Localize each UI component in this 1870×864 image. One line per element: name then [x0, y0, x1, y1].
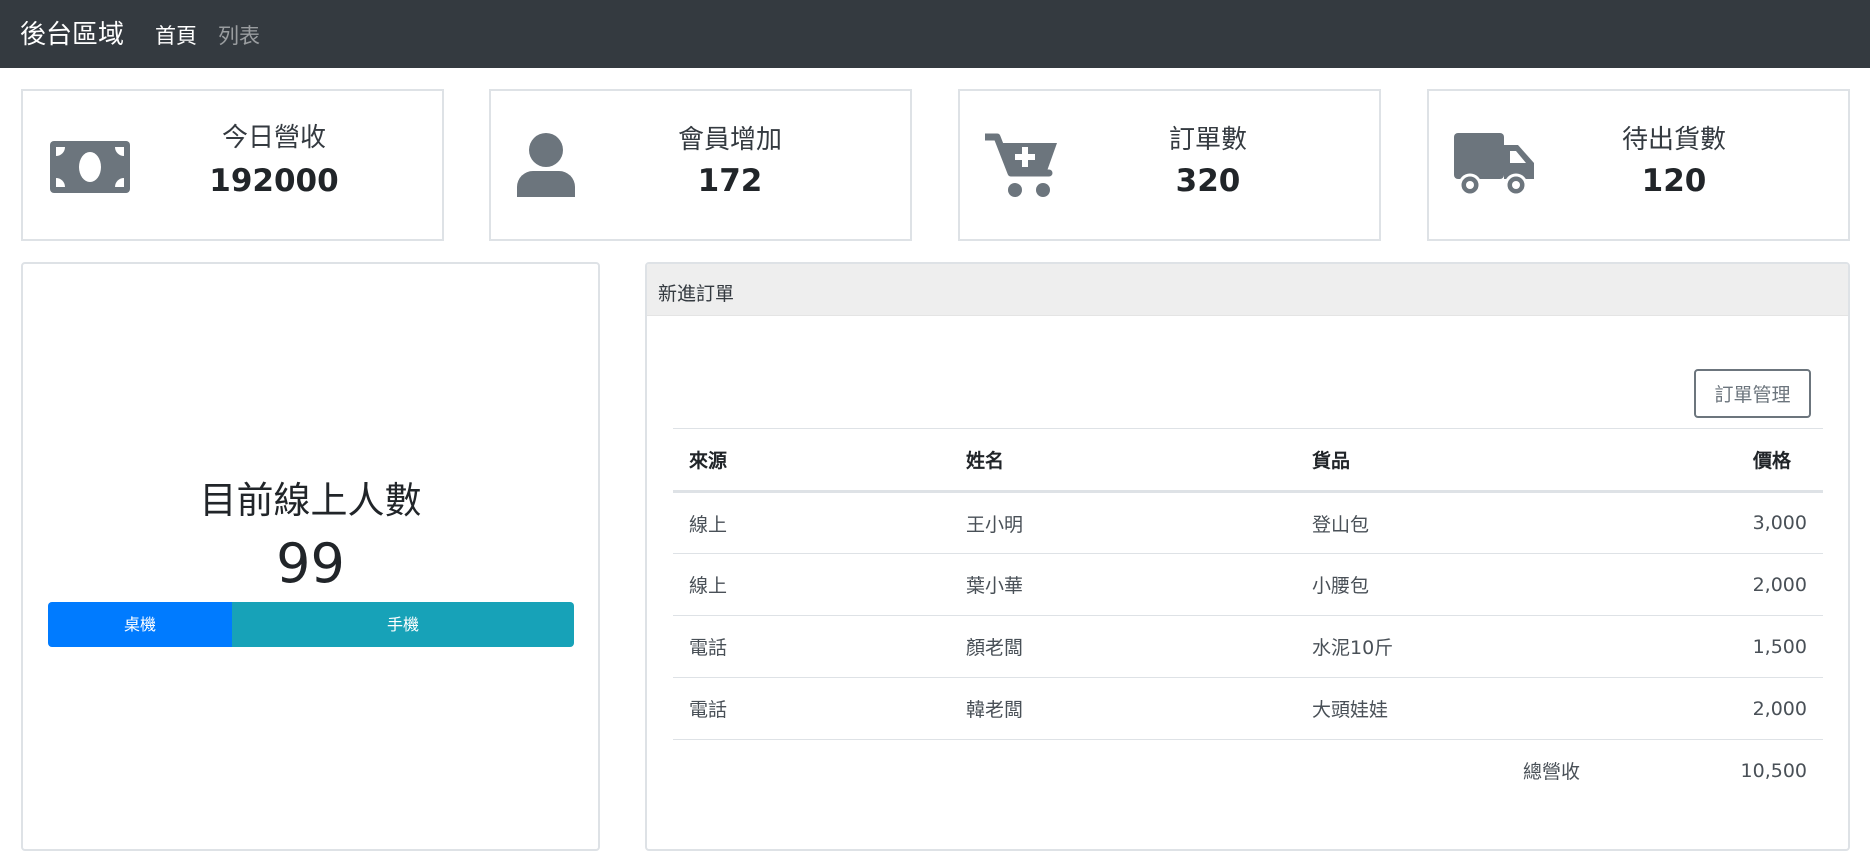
- stat-value: 172: [697, 163, 763, 199]
- cell-goods: 大頭娃娃: [1296, 677, 1596, 740]
- stat-label: 待出貨數: [1621, 125, 1726, 155]
- progress-bar-mobile: 手機: [232, 602, 574, 647]
- column-header-price: 價格: [1596, 428, 1823, 493]
- cell-source: 電話: [673, 677, 950, 740]
- cell-goods: 水泥10斤: [1296, 615, 1596, 678]
- nav-link-list[interactable]: 列表: [218, 20, 260, 50]
- cell-name: 韓老闆: [950, 677, 1296, 740]
- card-header: 新進訂單: [647, 264, 1848, 316]
- cart-plus-icon: [985, 133, 1057, 197]
- brand[interactable]: 後台區域: [20, 14, 124, 51]
- navbar: 後台區域 首頁 列表: [0, 0, 1870, 68]
- stat-value: 320: [1175, 163, 1241, 199]
- total-value: 10,500: [1740, 759, 1807, 782]
- nav-link-home[interactable]: 首頁: [155, 20, 197, 50]
- new-orders-card: 新進訂單 訂單管理 來源 姓名 貨品 價格 線上 王小明 登山包 3,000 線…: [645, 262, 1850, 851]
- cell-name: 葉小華: [950, 553, 1296, 616]
- stat-card-members: 會員增加 172: [489, 89, 912, 241]
- cell-source: 電話: [673, 615, 950, 678]
- user-icon: [517, 133, 575, 197]
- stat-value: 120: [1641, 163, 1707, 199]
- cell-price: 2,000: [1596, 553, 1823, 616]
- table-row[interactable]: 線上 王小明 登山包 3,000: [673, 491, 1823, 554]
- orders-table: 來源 姓名 貨品 價格 線上 王小明 登山包 3,000 線上 葉小華 小腰包 …: [673, 428, 1823, 802]
- order-management-button[interactable]: 訂單管理: [1694, 369, 1811, 418]
- cell-goods: 小腰包: [1296, 553, 1596, 616]
- stat-card-revenue: 今日營收 192000: [21, 89, 444, 241]
- stat-label: 今日營收: [221, 123, 326, 153]
- online-users-title: 目前線上人數: [199, 479, 422, 522]
- table-row[interactable]: 電話 韓老闆 大頭娃娃 2,000: [673, 677, 1823, 740]
- stat-value: 192000: [209, 163, 339, 199]
- total-label: 總營收: [1522, 761, 1580, 784]
- cell-price: 3,000: [1596, 491, 1823, 554]
- cell-price: 2,000: [1596, 677, 1823, 740]
- cell-price: 1,500: [1596, 615, 1823, 678]
- device-progress: 桌機 手機: [48, 602, 574, 647]
- stat-card-orders: 訂單數 320: [958, 89, 1381, 241]
- truck-icon: [1454, 133, 1534, 197]
- column-header-source: 來源: [673, 428, 950, 493]
- cell-goods: 登山包: [1296, 491, 1596, 554]
- card-header-title: 新進訂單: [658, 283, 735, 305]
- stat-card-shipments: 待出貨數 120: [1427, 89, 1850, 241]
- progress-bar-desktop: 桌機: [48, 602, 233, 647]
- column-header-goods: 貨品: [1296, 428, 1596, 493]
- online-users-card: 目前線上人數 99 桌機 手機: [21, 262, 600, 851]
- stat-label: 會員增加: [677, 125, 782, 155]
- stat-label: 訂單數: [1168, 125, 1247, 155]
- online-users-count: 99: [276, 532, 345, 595]
- table-header-row: 來源 姓名 貨品 價格: [673, 428, 1823, 493]
- cell-name: 顏老闆: [950, 615, 1296, 678]
- cell-source: 線上: [673, 491, 950, 554]
- total-row: 總營收 10,500: [673, 740, 1823, 802]
- cell-name: 王小明: [950, 491, 1296, 554]
- column-header-name: 姓名: [950, 428, 1296, 493]
- table-row[interactable]: 線上 葉小華 小腰包 2,000: [673, 553, 1823, 616]
- money-icon: [50, 141, 130, 193]
- cell-source: 線上: [673, 553, 950, 616]
- table-row[interactable]: 電話 顏老闆 水泥10斤 1,500: [673, 615, 1823, 678]
